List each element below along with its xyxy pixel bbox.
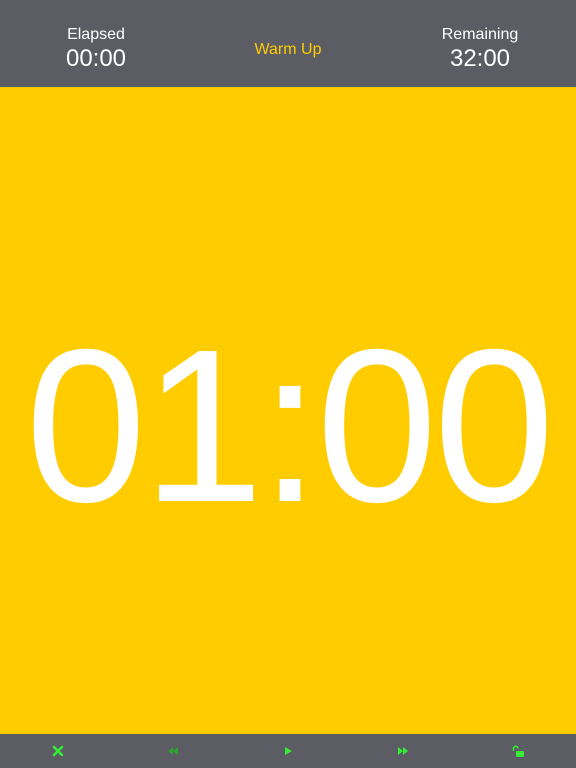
- rewind-button[interactable]: [153, 734, 193, 768]
- control-bar: [0, 734, 576, 768]
- fast-forward-icon: [398, 747, 408, 755]
- remaining-value: 32:00: [449, 45, 511, 72]
- fast-forward-button[interactable]: [383, 734, 423, 768]
- elapsed-section: Elapsed 00:00: [16, 26, 176, 74]
- phase-name: Warm Up: [254, 41, 322, 58]
- close-icon: [52, 745, 64, 757]
- elapsed-label: Elapsed: [67, 26, 125, 43]
- status-header: Elapsed 00:00 Warm Up Remaining 32:00: [0, 0, 576, 87]
- stop-button[interactable]: [38, 734, 78, 768]
- lock-button[interactable]: [498, 734, 538, 768]
- timer-display-area[interactable]: 01:00: [0, 87, 576, 734]
- unlock-icon: [512, 745, 524, 757]
- elapsed-value: 00:00: [65, 45, 127, 72]
- remaining-section: Remaining 32:00: [400, 26, 560, 74]
- countdown-display: 01:00: [25, 305, 555, 548]
- play-button[interactable]: [268, 734, 308, 768]
- remaining-label: Remaining: [441, 26, 519, 43]
- play-icon: [285, 747, 292, 755]
- rewind-icon: [168, 747, 178, 755]
- interval-timer-app: Elapsed 00:00 Warm Up Remaining 32:00 01…: [0, 0, 576, 768]
